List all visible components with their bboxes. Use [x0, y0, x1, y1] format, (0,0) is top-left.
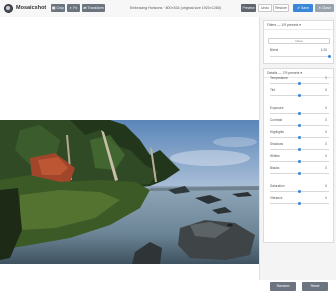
- slider-label: Vibrance: [270, 196, 283, 200]
- blend-slider[interactable]: [270, 55, 331, 58]
- slider-handle[interactable]: [298, 148, 301, 151]
- undo-button[interactable]: Undo: [258, 4, 272, 12]
- fx-button-label: Fx: [73, 6, 78, 10]
- filter-select[interactable]: None: [268, 38, 330, 44]
- slider-track[interactable]: [270, 190, 329, 193]
- fx-icon: ◐: [69, 5, 73, 10]
- slider-value: 0: [325, 196, 327, 200]
- transform-button-label: Transform: [87, 6, 104, 10]
- slider-value: 0: [325, 130, 327, 134]
- restore-button[interactable]: Restore: [273, 4, 289, 12]
- fx-button[interactable]: ◐Fx: [67, 4, 80, 12]
- transform-icon: ⇄: [83, 5, 87, 10]
- slider-value: 0: [325, 142, 327, 146]
- slider-track[interactable]: [270, 202, 329, 205]
- slider-label: Contrast: [270, 118, 283, 122]
- slider-value: 0: [325, 154, 327, 158]
- slider-label: Saturation: [270, 184, 285, 188]
- adjustments-panel: Filters — 1/9 presets ▾ None Blend 1.00 …: [259, 17, 336, 291]
- slider-value: 0: [325, 106, 327, 110]
- slider-handle[interactable]: [298, 160, 301, 163]
- blend-value: 1.00: [320, 48, 327, 52]
- save-button[interactable]: ✔ Save: [293, 4, 313, 12]
- slider-value: 0: [325, 184, 327, 188]
- slider-track[interactable]: [270, 136, 329, 139]
- app-logo-icon: [4, 4, 13, 13]
- slider-value: 0: [325, 118, 327, 122]
- slider-value: 0: [325, 166, 327, 170]
- close-button[interactable]: ✕ Close: [315, 4, 334, 12]
- app-brand: Mosaicshot: [16, 5, 47, 11]
- blend-label: Blend: [270, 48, 279, 52]
- slider-value: 0: [325, 88, 327, 92]
- blend-slider-handle[interactable]: [327, 55, 331, 58]
- slider-track[interactable]: [270, 172, 329, 175]
- close-button-label: Close: [322, 6, 331, 10]
- details-section: Details — 7/9 presets ▾ Temperature 0 Tint…: [263, 68, 334, 291]
- slider-track[interactable]: [270, 124, 329, 127]
- slider-value: 0: [325, 76, 327, 80]
- random-button[interactable]: Random: [270, 282, 296, 291]
- slider-label: Exposure: [270, 106, 284, 110]
- filters-section: Filters — 1/9 presets ▾ None Blend 1.00: [263, 20, 334, 64]
- crop-icon: ▣: [51, 5, 56, 10]
- slider-label: Highlights: [270, 130, 284, 134]
- reset-button[interactable]: Reset: [302, 282, 328, 291]
- filters-section-title[interactable]: Filters — 1/9 presets ▾: [264, 21, 333, 30]
- slider-handle[interactable]: [298, 190, 301, 193]
- slider-handle[interactable]: [298, 136, 301, 139]
- slider-track[interactable]: [270, 94, 329, 97]
- slider-label: Tint: [270, 88, 276, 92]
- slider-handle[interactable]: [298, 124, 301, 127]
- image-status: Embracing Horizons · 800×534 (original s…: [130, 6, 222, 10]
- slider-handle[interactable]: [298, 94, 301, 97]
- edited-photo[interactable]: [0, 120, 259, 264]
- slider-handle[interactable]: [298, 172, 301, 175]
- slider-label: Shadows: [270, 142, 284, 146]
- crop-button[interactable]: ▣Crop: [51, 4, 65, 12]
- slider-label: Whites: [270, 154, 280, 158]
- slider-track[interactable]: [270, 112, 329, 115]
- slider-handle[interactable]: [298, 202, 301, 205]
- slider-track[interactable]: [270, 82, 329, 85]
- slider-label: Blacks: [270, 166, 280, 170]
- slider-track[interactable]: [270, 148, 329, 151]
- transform-button[interactable]: ⇄Transform: [82, 4, 105, 12]
- preview-button[interactable]: Preview: [241, 4, 256, 12]
- editor-canvas[interactable]: [0, 17, 259, 280]
- slider-track[interactable]: [270, 160, 329, 163]
- slider-handle[interactable]: [298, 82, 301, 85]
- slider-label: Temperature: [270, 76, 288, 80]
- top-toolbar: Mosaicshot ▣Crop ◐Fx ⇄Transform Embracin…: [0, 0, 336, 18]
- slider-handle[interactable]: [298, 112, 301, 115]
- crop-button-label: Crop: [56, 6, 65, 10]
- save-button-label: Save: [301, 6, 309, 10]
